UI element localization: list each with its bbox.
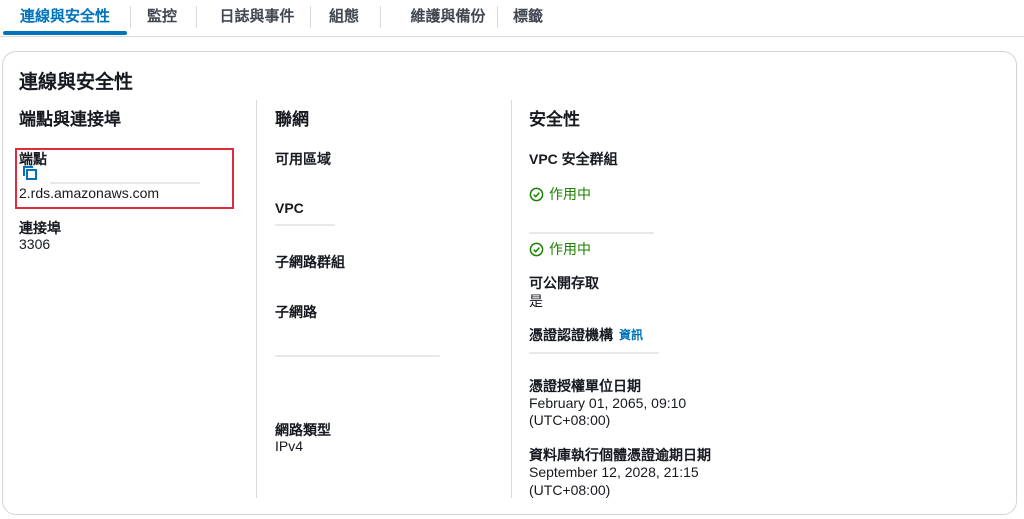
publicly-accessible-label: 可公開存取: [529, 275, 599, 291]
card-title: 連線與安全性: [19, 72, 134, 93]
tab-divider: [310, 6, 311, 28]
connectivity-security-card: [2, 51, 1017, 515]
tab-divider: [130, 6, 131, 28]
active-tab-indicator: [3, 31, 127, 35]
ca-date-label: 憑證授權單位日期: [529, 378, 641, 394]
tab-maintenance-backup[interactable]: 維護與備份: [392, 0, 504, 34]
redacted-text: [529, 352, 659, 354]
security-heading: 安全性: [529, 110, 580, 129]
redacted-text: [275, 224, 335, 226]
column-divider: [511, 100, 512, 498]
highlight-box: [15, 148, 234, 209]
port-label: 連接埠: [19, 220, 61, 236]
check-circle-icon: [529, 242, 544, 256]
db-cert-expiry-timezone: (UTC+08:00): [529, 482, 611, 498]
column-divider: [256, 100, 257, 498]
tab-divider: [380, 6, 381, 28]
status-text: 作用中: [549, 241, 591, 257]
tab-connectivity-security[interactable]: 連線與安全性: [3, 0, 127, 34]
redacted-text: [275, 355, 440, 357]
check-circle-icon: [529, 187, 544, 201]
tab-divider: [497, 6, 498, 28]
ca-date-timezone: (UTC+08:00): [529, 412, 611, 428]
subnets-label: 子網路: [275, 304, 317, 320]
security-group-status-2: 作用中: [529, 239, 591, 259]
networking-heading: 聯網: [275, 110, 309, 129]
network-type-value: IPv4: [275, 438, 304, 454]
certificate-authority-label: 憑證認證機構: [529, 327, 613, 343]
vpc-label: VPC: [275, 200, 304, 216]
availability-zone-label: 可用區域: [275, 151, 331, 167]
tab-logs-events[interactable]: 日誌與事件: [208, 0, 306, 34]
ca-info-link[interactable]: 資訊: [619, 326, 643, 343]
tab-monitoring[interactable]: 監控: [134, 0, 190, 34]
db-cert-expiry-label: 資料庫執行個體憑證逾期日期: [529, 447, 711, 463]
port-value: 3306: [19, 236, 51, 252]
tab-configuration[interactable]: 組態: [322, 0, 366, 34]
subnet-group-label: 子網路群組: [275, 254, 345, 270]
db-cert-expiry-value: September 12, 2028, 21:15: [529, 464, 699, 480]
tab-tags[interactable]: 標籤: [503, 0, 553, 34]
redacted-text: [529, 232, 654, 234]
tab-divider: [196, 6, 197, 28]
security-group-status-1: 作用中: [529, 184, 591, 204]
network-type-label: 網路類型: [275, 422, 331, 438]
publicly-accessible-value: 是: [529, 293, 543, 309]
status-text: 作用中: [549, 186, 591, 202]
ca-date-value: February 01, 2065, 09:10: [529, 395, 687, 411]
tab-bar: 連線與安全性 監控 日誌與事件 組態 維護與備份 標籤: [0, 0, 1024, 37]
endpoint-port-heading: 端點與連接埠: [19, 110, 121, 129]
vpc-security-group-label: VPC 安全群組: [529, 151, 618, 167]
